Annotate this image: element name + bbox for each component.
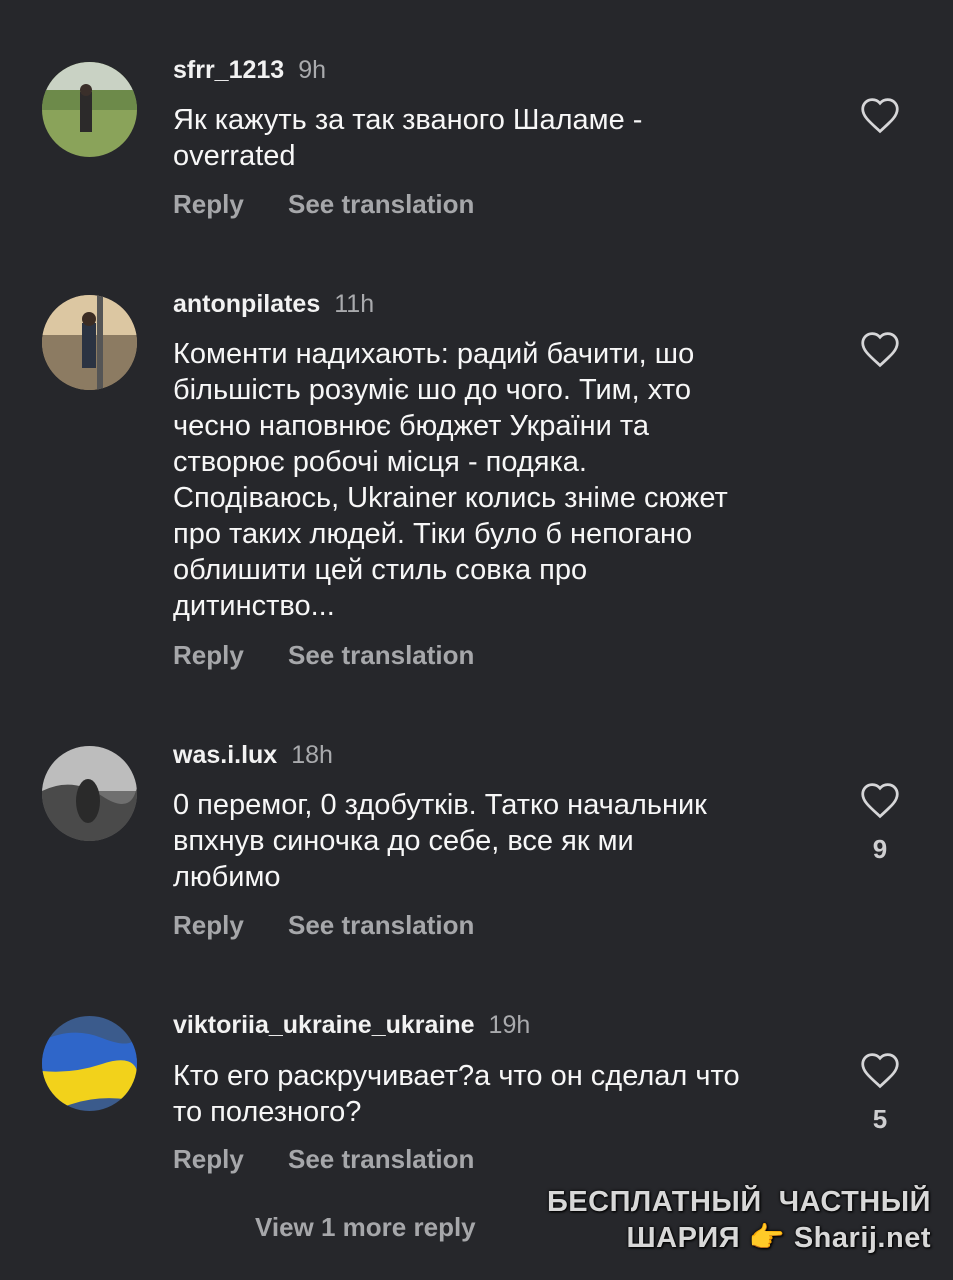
timestamp: 11h [334, 290, 375, 318]
comment-meta: was.i.lux 18h [173, 740, 333, 770]
like-button[interactable] [859, 1051, 901, 1089]
reply-button[interactable]: Reply [173, 910, 288, 940]
see-translation-button[interactable]: See translation [288, 1144, 474, 1174]
reply-button[interactable]: Reply [173, 189, 288, 219]
username[interactable]: viktoriia_ukraine_ukraine [173, 1011, 475, 1039]
see-translation-button[interactable]: See translation [288, 189, 474, 219]
like-button[interactable] [859, 96, 901, 134]
comment-text: Коменти надихають: радий бачити, шо біль… [173, 338, 728, 622]
timestamp: 19h [488, 1011, 531, 1039]
heart-outline-icon [861, 332, 899, 368]
see-translation-button[interactable]: See translation [288, 640, 474, 670]
username[interactable]: antonpilates [173, 290, 320, 318]
heart-outline-icon [861, 1053, 899, 1089]
avatar[interactable] [42, 62, 137, 157]
watermark-line-1: БЕСПЛАТНЫЙ ЧАСТНЫЙ [546, 1186, 931, 1218]
avatar-image [42, 295, 137, 390]
username[interactable]: sfrr_1213 [173, 56, 284, 84]
comment-actions: Reply See translation [173, 1144, 474, 1174]
avatar-image [42, 746, 137, 841]
view-more-replies-button[interactable]: View 1 more reply [255, 1212, 476, 1243]
comment-meta: viktoriia_ukraine_ukraine 19h [173, 1010, 530, 1040]
avatar[interactable] [42, 295, 137, 390]
like-button[interactable] [859, 330, 901, 368]
timestamp: 9h [298, 56, 327, 84]
like-button[interactable] [859, 781, 901, 819]
pointing-hand-icon: 👉 [748, 1222, 786, 1254]
heart-outline-icon [861, 783, 899, 819]
timestamp: 18h [291, 741, 333, 769]
see-translation-button[interactable]: See translation [288, 910, 474, 940]
comment-actions: Reply See translation [173, 640, 474, 670]
comment-text: Як кажуть за так званого Шаламе - overra… [173, 104, 643, 172]
comment-meta: sfrr_1213 9h [173, 55, 326, 85]
watermark-line-2: ШАРИЯ 👉 Sharij.net [547, 1220, 931, 1256]
watermark: БЕСПЛАТНЫЙ ЧАСТНЫЙ ШАРИЯ 👉 Sharij.net [547, 1184, 931, 1256]
comment-text: 0 перемог, 0 здобутків. Татко начальник … [173, 789, 707, 893]
comment-actions: Reply See translation [173, 910, 474, 940]
heart-outline-icon [861, 98, 899, 134]
watermark-line-2-right: Sharij.net [793, 1222, 931, 1254]
watermark-line-2-left: ШАРИЯ [626, 1222, 741, 1254]
avatar-image [42, 1016, 137, 1111]
comment-text: Кто его раскручивает?а что он сделал что… [173, 1060, 740, 1128]
avatar[interactable] [42, 746, 137, 841]
avatar-image [42, 62, 137, 157]
reply-button[interactable]: Reply [173, 1144, 288, 1174]
reply-button[interactable]: Reply [173, 640, 288, 670]
like-count: 9 [872, 834, 888, 864]
like-count: 5 [872, 1104, 888, 1134]
avatar[interactable] [42, 1016, 137, 1111]
comment-actions: Reply See translation [173, 189, 474, 219]
username[interactable]: was.i.lux [173, 741, 277, 769]
comment-meta: antonpilates 11h [173, 289, 374, 319]
